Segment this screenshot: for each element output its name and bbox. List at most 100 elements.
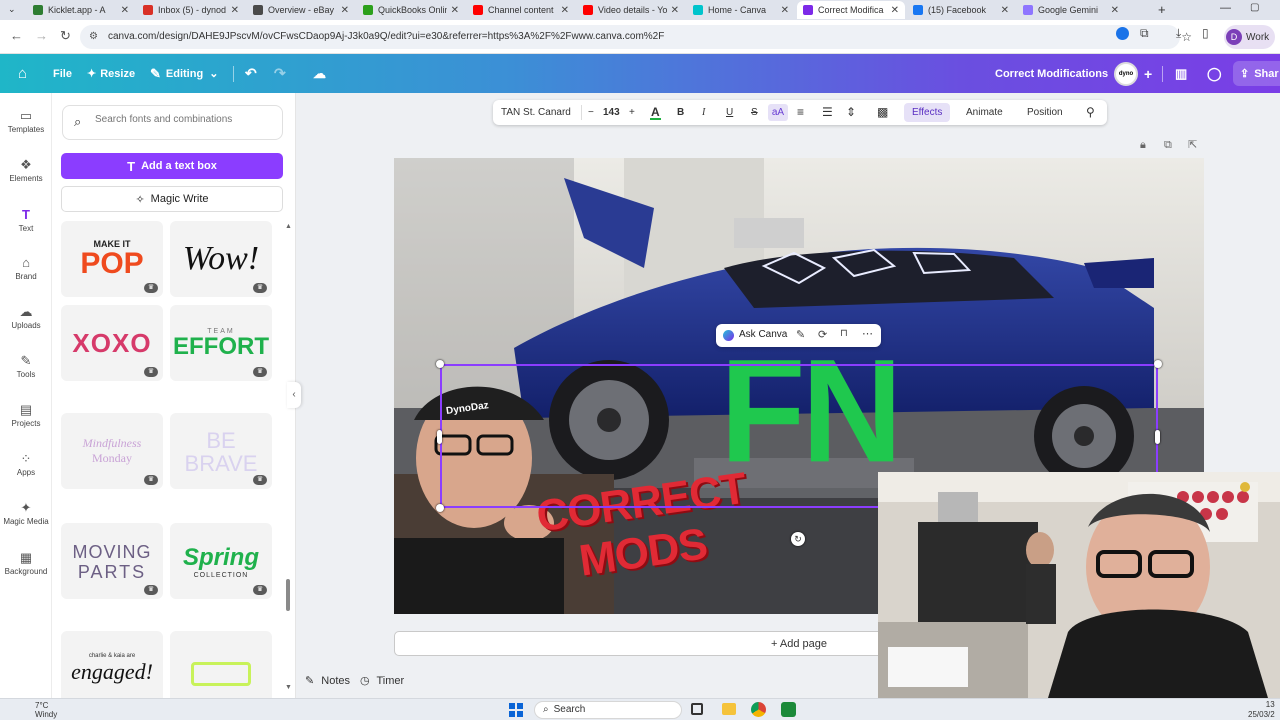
text-template-card[interactable]: BE BRAVE ♛ [170, 413, 272, 489]
page-duplicate-icon[interactable]: ⧉ [1164, 139, 1172, 152]
insights-chart-icon[interactable]: ▥ [1175, 54, 1187, 93]
align-center-icon[interactable]: ≡ [797, 100, 804, 125]
position-button[interactable]: Position [1027, 100, 1063, 125]
text-template-card[interactable]: Mindfulness Monday ♛ [61, 413, 163, 489]
comments-icon[interactable]: ◯ [1207, 54, 1222, 93]
text-template-card[interactable]: Spring COLLECTION ♛ [170, 523, 272, 599]
task-view-icon[interactable] [691, 703, 703, 715]
text-color-icon[interactable]: A [650, 100, 661, 125]
rail-item-elements[interactable]: ❖ Elements [0, 156, 52, 183]
font-search-box[interactable]: ⌕ [62, 105, 283, 140]
font-family-dropdown[interactable]: TAN St. Canard [501, 100, 571, 125]
spacing-icon[interactable]: ⇕ [846, 100, 856, 125]
add-text-box-button[interactable]: T Add a text box [61, 153, 283, 179]
downloads-icon[interactable]: ⤓ [1176, 26, 1181, 41]
close-tab-icon[interactable]: ✕ [671, 5, 679, 16]
browser-tab[interactable]: Correct Modifica ✕ [797, 1, 905, 19]
maximize-window-icon[interactable]: ▢ [1250, 2, 1259, 13]
extension-icon[interactable] [1116, 27, 1129, 40]
page-lock-icon[interactable]: 🔒︎ [1140, 139, 1146, 152]
text-template-card[interactable]: charlie & kaia are engaged! [61, 631, 163, 698]
resize-handle-left[interactable] [437, 430, 442, 444]
rail-item-templates[interactable]: ▭ Templates [0, 107, 52, 134]
clock[interactable]: 13 25/03/2 [1248, 700, 1275, 720]
resize-handle-right[interactable] [1155, 430, 1160, 444]
team-avatar[interactable]: dyno [1114, 62, 1138, 86]
site-info-icon[interactable]: ⚙ [89, 25, 98, 49]
text-template-card[interactable]: Wow! ♛ [170, 221, 272, 297]
font-size-input[interactable]: 143 [603, 100, 620, 125]
resize-button[interactable]: ✦ Resize [87, 54, 135, 93]
text-template-card[interactable]: MOVING PARTS ♛ [61, 523, 163, 599]
italic-icon[interactable]: I [702, 100, 705, 125]
font-size-decrease-button[interactable]: − [588, 100, 594, 125]
text-template-card[interactable]: MAKE IT POP ♛ [61, 221, 163, 297]
strikethrough-icon[interactable]: S [751, 100, 758, 125]
back-icon[interactable]: ← [10, 28, 23, 43]
rail-item-uploads[interactable]: ☁ Uploads [0, 303, 52, 330]
more-options-icon[interactable]: ⋯ [862, 327, 873, 340]
home-icon[interactable]: ⌂ [18, 54, 27, 93]
bold-icon[interactable]: B [677, 100, 684, 125]
resize-handle-bottom-left[interactable] [436, 504, 444, 512]
close-tab-icon[interactable]: ✕ [231, 5, 239, 16]
paint-format-icon[interactable]: ⚲ [1086, 100, 1095, 125]
browser-tab[interactable]: (15) Facebook ✕ [907, 1, 1015, 19]
browser-tab[interactable]: Home - Canva ✕ [687, 1, 795, 19]
invite-plus-icon[interactable]: + [1144, 54, 1152, 93]
split-view-icon[interactable]: ▯ [1202, 26, 1209, 40]
browser-tab[interactable]: Overview - eBay S ✕ [247, 1, 355, 19]
editing-mode-button[interactable]: ✎ Editing ⌄ [150, 54, 218, 93]
close-tab-icon[interactable]: ✕ [341, 5, 349, 16]
file-menu-button[interactable]: File [53, 54, 72, 93]
notes-button[interactable]: ✎ Notes [305, 674, 350, 687]
close-tab-icon[interactable]: ✕ [781, 5, 789, 16]
text-template-card[interactable] [170, 631, 272, 698]
underline-icon[interactable]: U [726, 100, 733, 125]
scroll-down-icon[interactable]: ▼ [285, 684, 292, 691]
reload-icon[interactable]: ↻ [60, 28, 71, 44]
ask-canva-button[interactable]: Ask Canva [739, 329, 787, 340]
panel-scrollbar[interactable]: ▲ ▼ [285, 223, 292, 691]
browser-tab[interactable]: Inbox (5) - dynod ✕ [137, 1, 245, 19]
page-add-icon[interactable]: ⇱ [1188, 138, 1197, 151]
bookmark-star-icon[interactable]: ☆ [1181, 25, 1192, 49]
tab-list-dropdown[interactable]: ⌄ [8, 4, 16, 15]
rail-item-magic-media[interactable]: ✦ Magic Media [0, 499, 52, 526]
rail-item-tools[interactable]: ✎ Tools [0, 352, 52, 379]
chrome-taskbar-icon[interactable] [751, 702, 766, 717]
address-bar[interactable]: ⚙ canva.com/design/DAHE9JPscvM/ovCFwsCDa… [80, 25, 1192, 49]
app-taskbar-icon[interactable] [781, 702, 796, 717]
close-tab-icon[interactable]: ✕ [1111, 5, 1119, 16]
close-tab-icon[interactable]: ✕ [561, 5, 569, 16]
taskbar-search[interactable]: ⌕ Search [534, 701, 682, 719]
font-size-increase-button[interactable]: + [629, 100, 635, 125]
magic-write-button[interactable]: ✧ Magic Write [61, 186, 283, 212]
scrollbar-thumb[interactable] [286, 579, 290, 611]
close-tab-icon[interactable]: ✕ [891, 5, 899, 16]
lock-icon[interactable]: ⊓ [840, 328, 848, 339]
rail-item-text[interactable]: T Text [0, 206, 52, 233]
browser-tab[interactable]: Video details - Yo ✕ [577, 1, 685, 19]
text-template-card[interactable]: TEAM EFFORT ♛ [170, 305, 272, 381]
extensions-puzzle-icon[interactable]: ⧉ [1140, 26, 1149, 41]
list-icon[interactable]: ☰ [822, 100, 833, 125]
close-tab-icon[interactable]: ✕ [1001, 5, 1009, 16]
minimize-window-icon[interactable]: — [1220, 2, 1231, 14]
magic-edit-icon[interactable]: ✎ [796, 328, 805, 341]
start-button[interactable] [509, 703, 523, 717]
font-search-input[interactable] [95, 114, 275, 125]
rail-item-brand[interactable]: ⌂ Brand [0, 254, 52, 281]
browser-tab[interactable]: Google Gemini ✕ [1017, 1, 1125, 19]
close-tab-icon[interactable]: ✕ [121, 5, 129, 16]
rail-item-background[interactable]: ▦ Background [0, 549, 52, 576]
animate-button[interactable]: Animate [966, 100, 1003, 125]
browser-tab[interactable]: Kicklet.app - A ✕ [27, 1, 135, 19]
forward-icon[interactable]: → [35, 28, 48, 43]
file-explorer-icon[interactable] [722, 703, 736, 715]
transparency-icon[interactable]: ▩ [877, 100, 888, 125]
cloud-saved-icon[interactable]: ☁ [313, 54, 326, 93]
rail-item-projects[interactable]: ▤ Projects [0, 401, 52, 428]
rail-item-apps[interactable]: ⁘ Apps [0, 450, 52, 477]
undo-icon[interactable]: ↶ [245, 54, 257, 93]
